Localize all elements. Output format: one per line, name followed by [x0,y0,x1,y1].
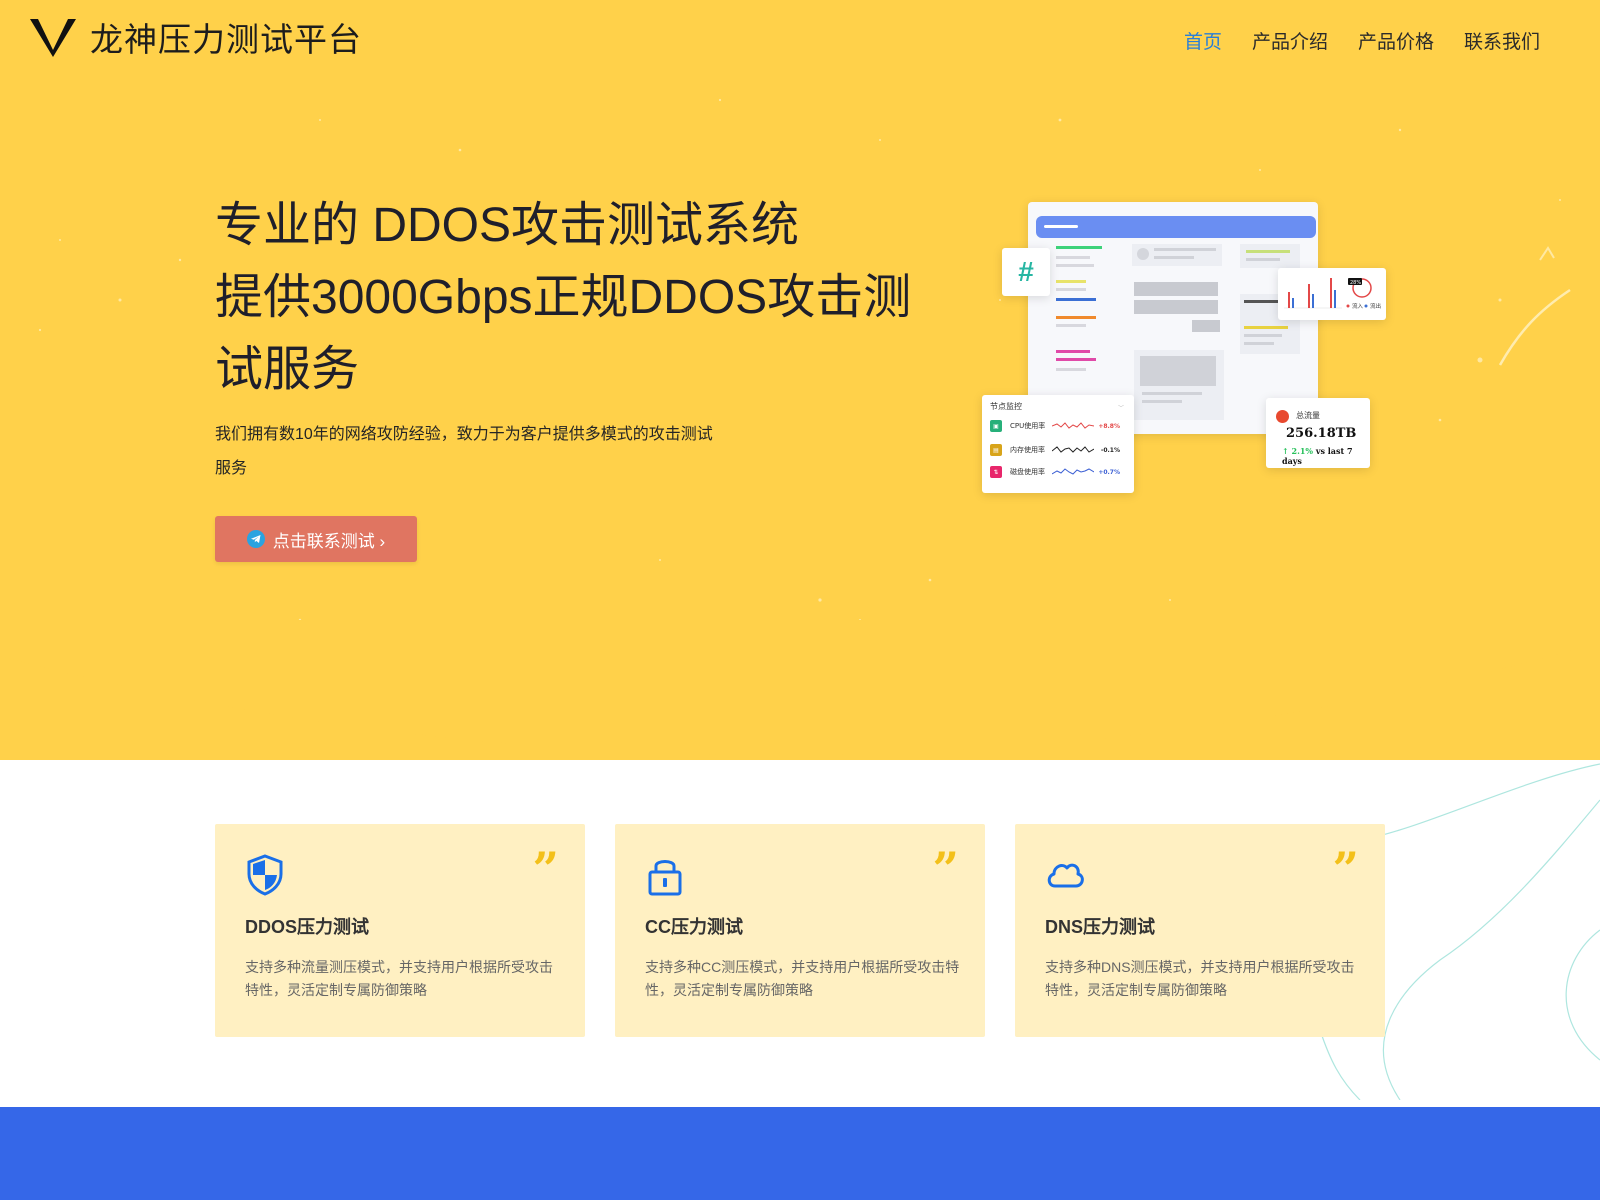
feature-card-cc[interactable]: ” CC压力测试 支持多种CC测压模式，并支持用户根据所受攻击特性，灵活定制专属… [615,824,985,1037]
cloud-icon [1047,863,1084,888]
nav-item-contact[interactable]: 联系我们 [1464,30,1540,56]
nav-menu: 首页 产品介绍 产品价格 联系我们 [1184,30,1540,56]
memory-icon: ▤ [990,444,1002,456]
total-traffic-value: 256.18TB [1286,426,1357,441]
node-row-label: CPU使用率 [1010,422,1046,430]
quote-icon: ” [532,842,559,896]
hero-description-line-1: 我们拥有数10年的网络攻防经验，致力于为客户提供多模式的攻击测试 [215,426,713,443]
feature-card-ddos[interactable]: ” DDOS压力测试 支持多种流量测压模式，并支持用户根据所受攻击特性，灵活定制… [215,824,585,1037]
node-row-value: +8.8% [1098,422,1120,430]
feature-title: DNS压力测试 [1045,917,1156,937]
total-traffic-card: 总流量 256.18TB ↑ 2.1% vs last 7 days [1266,398,1370,468]
dashboard-header-bar [1036,216,1316,238]
mini-bar-chart: 28% 流入 流出 [1284,278,1381,310]
node-monitor-title: 节点监控 [990,402,1022,411]
chart-badge: 28% [1350,280,1361,286]
hero-title: 专业的 DDOS攻击测试系统 提供3000Gbps正规DDOS攻击测 试服务 [215,190,915,406]
telegram-icon [246,530,265,548]
cpu-icon: ▣ [990,420,1002,432]
logo-icon[interactable] [30,19,76,59]
chart-legend-in: 流入 [1352,302,1364,310]
node-row-disk: ⇅ 磁盘使用率 +0.7% [990,461,1130,483]
total-traffic-label: 总流量 [1296,411,1320,420]
dashboard-illustration: # 28% 流入 流出 节点监控 ﹀ ▣ CPU使用率 +8.8% ▤ 内存使用… [980,200,1390,500]
nav-item-pricing[interactable]: 产品价格 [1358,30,1434,56]
chart-legend-out: 流出 [1370,302,1381,310]
feature-text: 支持多种CC测压模式，并支持用户根据所受攻击特性，灵活定制专属防御策略 [645,959,960,998]
footer-band [0,1107,1600,1200]
disk-icon: ⇅ [990,466,1002,478]
node-monitor-dropdown: ﹀ [1117,405,1124,412]
contact-test-button[interactable]: 点击联系测试 › [215,516,417,562]
hero-description-line-2: 服务 [215,460,248,477]
hashtag-icon: # [1018,256,1034,287]
feature-text: 支持多种流量测压模式，并支持用户根据所受攻击特性，灵活定制专属防御策略 [245,959,553,998]
total-traffic-change: ↑ 2.1% vs last 7 days [1282,446,1370,466]
node-row-label: 内存使用率 [1010,446,1045,454]
disk-sparkline [1052,468,1094,475]
feature-title: CC压力测试 [645,917,743,937]
brand-name[interactable]: 龙神压力测试平台 [90,20,362,60]
feature-card-dns[interactable]: ” DNS压力测试 支持多种DNS测压模式，并支持用户根据所受攻击特性，灵活定制… [1015,824,1385,1037]
node-row-value: +0.7% [1098,468,1120,476]
hash-card: # [1002,248,1050,296]
hero-description: 我们拥有数10年的网络攻防经验，致力于为客户提供多模式的攻击测试 服务 [215,418,725,486]
nav-item-home[interactable]: 首页 [1184,30,1222,56]
node-row-value: -0.1% [1100,446,1120,454]
cpu-sparkline [1052,422,1094,429]
top-navbar: 龙神压力测试平台 首页 产品介绍 产品价格 联系我们 [0,0,1600,88]
nav-item-products[interactable]: 产品介绍 [1252,30,1328,56]
node-row-memory: ▤ 内存使用率 -0.1% [990,439,1130,461]
hero-title-line-3: 试服务 [215,343,360,396]
hero-title-line-2: 提供3000Gbps正规DDOS攻击测 [215,271,912,324]
shield-icon [247,854,283,896]
feature-text: 支持多种DNS测压模式，并支持用户根据所受攻击特性，灵活定制专属防御策略 [1045,959,1355,998]
memory-sparkline [1052,446,1094,453]
feature-title: DDOS压力测试 [245,917,370,937]
quote-icon: ” [1332,842,1359,896]
hero-title-line-1: 专业的 DDOS攻击测试系统 [215,199,800,252]
quote-icon: ” [932,842,959,896]
flag-icon [1276,410,1289,423]
contact-test-label: 点击联系测试 › [272,531,386,551]
traffic-change-value: 2.1% [1291,446,1314,456]
lock-icon [648,860,682,896]
arrow-up-icon: ↑ [1282,446,1289,456]
node-row-label: 磁盘使用率 [1010,468,1045,476]
node-monitor-card: 节点监控 ﹀ ▣ CPU使用率 +8.8% ▤ 内存使用率 -0.1% ⇅ 磁盘… [982,395,1134,493]
features-section: ” DDOS压力测试 支持多种流量测压模式，并支持用户根据所受攻击特性，灵活定制… [215,824,1385,1037]
bar-chart-card: 28% 流入 流出 [1278,268,1386,320]
node-row-cpu: ▣ CPU使用率 +8.8% [990,415,1130,437]
